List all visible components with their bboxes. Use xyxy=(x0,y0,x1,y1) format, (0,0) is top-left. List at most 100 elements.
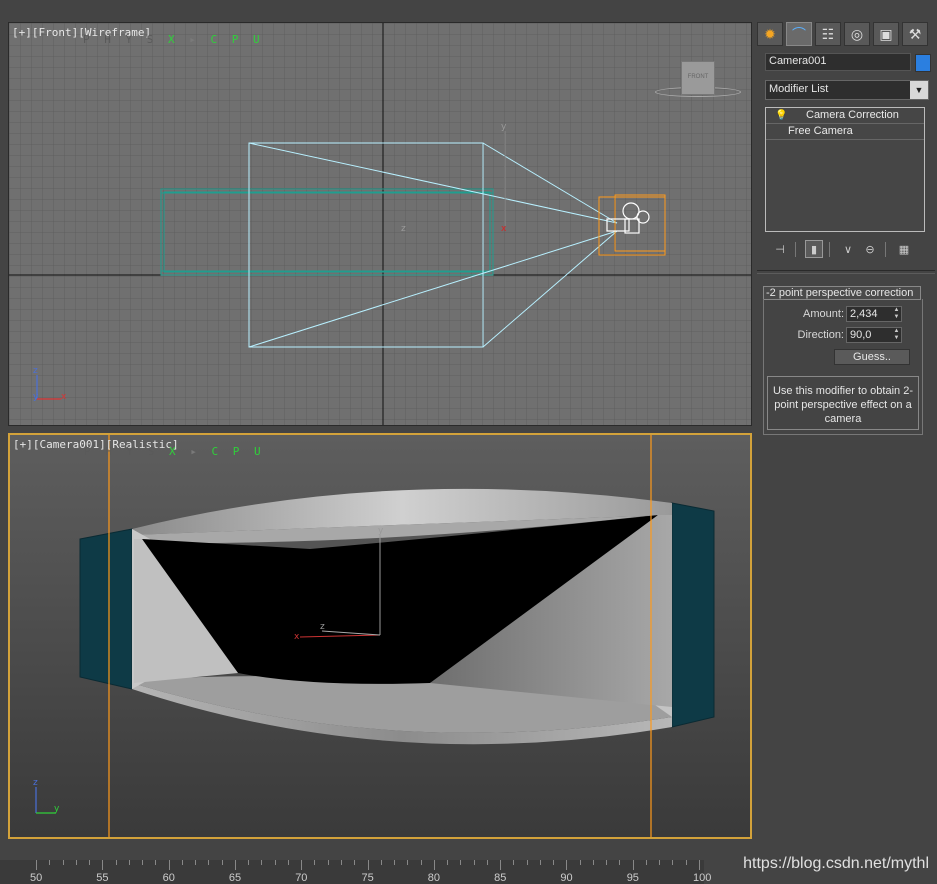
display-tab[interactable]: ▣ xyxy=(873,22,899,46)
ruler-tick xyxy=(221,860,223,865)
viewport-menu-button[interactable]: [+] xyxy=(12,26,32,39)
ruler-label: 70 xyxy=(295,872,308,884)
camera-gizmo-z: z xyxy=(33,778,38,788)
amount-label: Amount: xyxy=(803,308,844,320)
ruler-tick xyxy=(248,860,250,865)
ruler-tick xyxy=(62,860,64,865)
spinner-arrows-icon[interactable]: ▲ ▼ xyxy=(892,328,901,342)
direction-spinner[interactable]: 90,0 ▲ ▼ xyxy=(846,327,902,343)
ruler-tick xyxy=(500,860,502,870)
modify-tab[interactable]: ⌒ xyxy=(786,22,812,46)
ruler-tick xyxy=(354,860,356,865)
front-axis-x: x xyxy=(501,224,507,234)
ruler-label: 95 xyxy=(626,872,639,884)
ruler-tick xyxy=(128,860,130,865)
chevron-down-icon: ▼ xyxy=(910,81,928,99)
ruler-tick xyxy=(699,860,700,870)
ruler-tick xyxy=(49,860,51,865)
ruler-tick xyxy=(619,860,621,865)
configure-modifier-sets-icon[interactable]: ▦ xyxy=(895,240,913,258)
ruler-tick xyxy=(473,860,475,865)
ruler-tick xyxy=(208,860,210,865)
divider xyxy=(829,242,830,257)
front-gizmo-x: x xyxy=(61,392,67,402)
front-viewport[interactable]: y z x z y x [+][Front][Wireframe] P H Y … xyxy=(8,22,752,426)
amount-spinner[interactable]: 2,434 ▲ ▼ xyxy=(846,306,902,322)
hammer-icon: ⚒ xyxy=(908,25,922,42)
motion-tab[interactable]: ◎ xyxy=(844,22,870,46)
viewport-menu-button[interactable]: [+] xyxy=(13,438,33,451)
viewport-view-button[interactable]: [Front] xyxy=(32,26,78,39)
camera-viewport[interactable]: y z x z y [+][Camera001][Realistic] P H … xyxy=(8,433,752,839)
remove-modifier-icon[interactable]: ⊖ xyxy=(861,240,879,258)
object-name-field[interactable]: Camera001 xyxy=(765,53,911,71)
left-end-cap xyxy=(79,528,133,690)
modifier-stack: 💡 Camera Correction Free Camera xyxy=(765,107,925,232)
ruler-tick xyxy=(367,860,369,870)
physx-x-text: X xyxy=(168,445,180,458)
create-tab[interactable]: ✹ xyxy=(757,22,783,46)
ruler-tick xyxy=(645,860,647,865)
guess-button[interactable]: Guess.. xyxy=(834,349,910,365)
ruler-tick xyxy=(539,860,541,865)
ruler-label: 80 xyxy=(427,872,441,884)
physx-text: P H Y S xyxy=(84,445,169,458)
ruler-tick xyxy=(195,860,197,865)
ruler-tick xyxy=(155,860,157,865)
physx-text: P H Y S xyxy=(83,33,168,46)
object-color-swatch[interactable] xyxy=(915,54,931,72)
show-end-result-icon[interactable]: ▮ xyxy=(805,240,823,258)
viewcube[interactable]: FRONT xyxy=(681,61,715,95)
ruler-label: 75 xyxy=(361,872,374,884)
physx-x-text: X xyxy=(167,33,179,46)
ruler-label: 85 xyxy=(494,872,507,884)
hierarchy-tab[interactable]: ☷ xyxy=(815,22,841,46)
ruler-tick xyxy=(115,860,117,865)
physx-cpu-indicator: P H Y S X ▸ C P U xyxy=(83,33,264,46)
stack-item-camera-correction[interactable]: 💡 Camera Correction xyxy=(766,108,924,124)
ruler-tick xyxy=(606,860,608,865)
ruler-tick xyxy=(632,860,634,870)
right-end-cap xyxy=(671,502,715,728)
utilities-tab[interactable]: ⚒ xyxy=(902,22,928,46)
watermark-text: https://blog.csdn.net/mythl xyxy=(743,855,929,872)
lightbulb-icon[interactable]: 💡 xyxy=(775,108,787,123)
rollout-title[interactable]: -2 point perspective correction xyxy=(763,286,921,300)
ruler-tick xyxy=(672,860,674,865)
ruler-tick xyxy=(181,860,183,865)
camera-viewport-canvas: y z x z y xyxy=(10,435,750,837)
ruler-tick xyxy=(685,860,687,865)
ruler-tick xyxy=(314,860,316,865)
ruler-tick xyxy=(301,860,303,870)
ruler-tick xyxy=(142,860,144,865)
direction-label: Direction: xyxy=(797,329,844,341)
stack-item-free-camera[interactable]: Free Camera xyxy=(766,124,924,140)
command-panel: ✹ ⌒ ☷ ◎ ▣ ⚒ Camera001 Modifier List ▼ 💡 … xyxy=(757,20,937,860)
stack-item-label: Free Camera xyxy=(788,125,853,137)
make-unique-icon[interactable]: ∨ xyxy=(839,240,857,258)
ruler-tick xyxy=(460,860,462,865)
time-ruler[interactable]: 50 55 60 65 70 75 80 85 90 95 100 xyxy=(0,860,711,884)
ruler-tick xyxy=(340,860,342,865)
spinner-arrows-icon[interactable]: ▲ ▼ xyxy=(892,307,901,321)
divider xyxy=(885,242,886,257)
camera-axis-z: z xyxy=(320,622,325,632)
sun-icon: ✹ xyxy=(764,25,776,42)
stack-item-label: Camera Correction xyxy=(806,109,899,121)
ruler-tick xyxy=(553,860,555,865)
front-axis-z: z xyxy=(401,224,406,234)
front-gizmo-z: z xyxy=(33,366,38,376)
pin-stack-icon[interactable]: ⊣ xyxy=(771,240,789,258)
camera-axis-x: x xyxy=(294,632,300,642)
ruler-tick xyxy=(261,860,263,865)
amount-value: 2,434 xyxy=(850,308,878,320)
ruler-tick xyxy=(659,860,661,865)
ruler-label: 65 xyxy=(228,872,242,884)
info-text: Use this modifier to obtain 2-point pers… xyxy=(767,376,919,430)
ruler-tick xyxy=(420,860,422,865)
modifier-list-dropdown[interactable]: Modifier List ▼ xyxy=(765,80,929,100)
physx-cpu-indicator: P H Y S X ▸ C P U xyxy=(84,445,265,458)
modifier-list-label: Modifier List xyxy=(769,83,829,95)
stack-toolbar: ⊣ ▮ ∨ ⊖ ▦ xyxy=(765,240,929,258)
ruler-tick xyxy=(447,860,449,865)
